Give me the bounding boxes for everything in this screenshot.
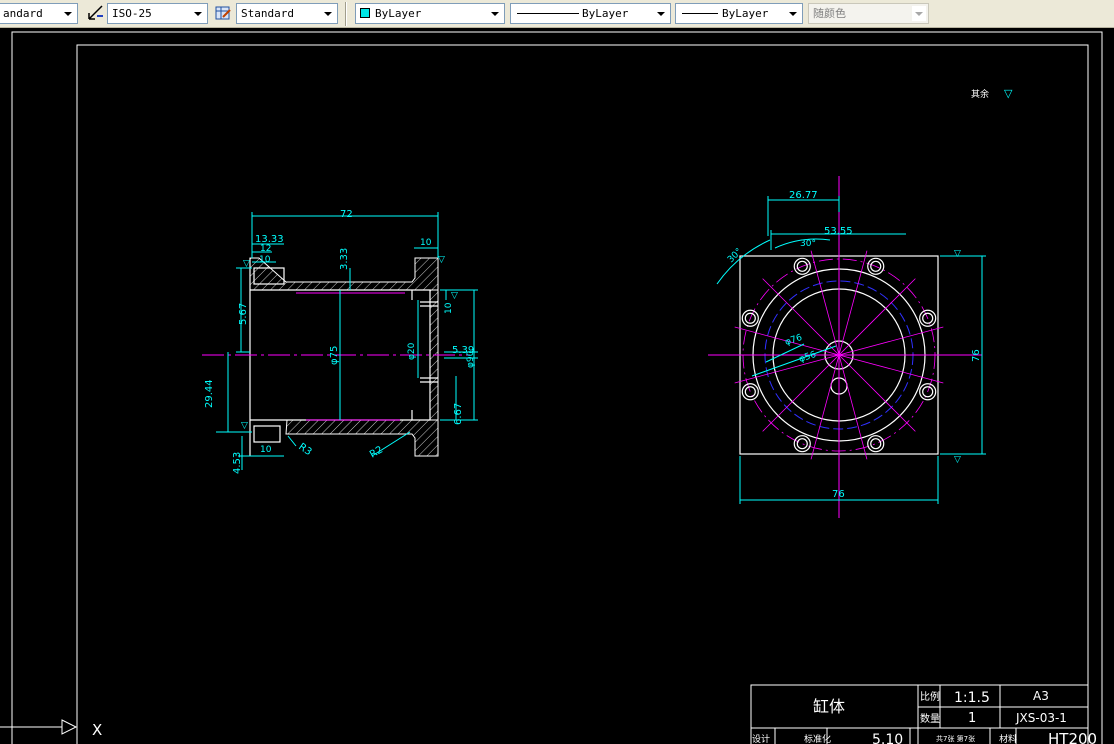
plot-style-dropdown[interactable]: 随颜色 <box>808 3 929 24</box>
svg-text:材料: 材料 <box>999 733 1017 744</box>
end-view: 26.77 53.55 30° 30° φ76 φ56 76 76 ▽ ▽ ▽ … <box>241 176 986 518</box>
svg-text:A3: A3 <box>1033 689 1049 703</box>
svg-text:5.67: 5.67 <box>238 303 249 325</box>
dim-style-dropdown[interactable]: ISO-25 <box>107 3 208 24</box>
svg-text:R3: R3 <box>296 441 313 458</box>
chevron-down-icon <box>912 6 926 21</box>
svg-text:▽: ▽ <box>451 291 458 301</box>
svg-text:▽: ▽ <box>241 421 248 431</box>
svg-text:比例: 比例 <box>920 690 940 703</box>
properties-toolbar: andard ISO-25 Standard ByLayer ByLayer B… <box>0 0 1114 28</box>
lineweight-dropdown[interactable]: ByLayer <box>675 3 803 24</box>
chevron-down-icon <box>488 6 502 21</box>
bolt-hole <box>744 386 756 398</box>
svg-text:▽: ▽ <box>438 255 445 265</box>
chevron-down-icon <box>61 6 75 21</box>
color-swatch <box>360 8 370 18</box>
title-block: 缸体 比例 1:1.5 A3 数量 1 JXS-03-1 设计 标准化 5.10… <box>750 684 1097 744</box>
svg-text:HT200: HT200 <box>1048 730 1097 744</box>
text-style-dropdown[interactable]: andard <box>0 3 78 24</box>
svg-text:26.77: 26.77 <box>789 190 818 201</box>
linetype-dropdown[interactable]: ByLayer <box>510 3 671 24</box>
chevron-down-icon <box>191 6 205 21</box>
svg-text:3.33: 3.33 <box>339 248 350 270</box>
chevron-down-icon <box>321 6 335 21</box>
drawing-canvas[interactable]: X 其余 ▽ 72 13.33 12 10 10 3.33 5.67 29.44… <box>0 28 1114 744</box>
svg-text:▽: ▽ <box>954 249 961 259</box>
section-view: 72 13.33 12 10 10 3.33 5.67 29.44 4.53 1… <box>202 209 478 474</box>
lineweight-preview <box>682 13 718 14</box>
svg-text:76: 76 <box>832 489 845 500</box>
svg-text:76: 76 <box>971 349 982 362</box>
ucs-icon: X <box>0 719 102 739</box>
svg-text:4.53: 4.53 <box>232 452 243 474</box>
chevron-down-icon <box>786 6 800 21</box>
svg-text:标准化: 标准化 <box>804 733 831 744</box>
svg-text:φ90: φ90 <box>466 350 476 368</box>
dim-style-icon[interactable] <box>87 4 105 22</box>
svg-text:12: 12 <box>260 244 271 254</box>
svg-text:1: 1 <box>968 711 976 726</box>
svg-text:53.55: 53.55 <box>824 226 853 237</box>
svg-text:▽: ▽ <box>1004 87 1013 100</box>
svg-text:φ75: φ75 <box>329 346 340 365</box>
color-dropdown[interactable]: ByLayer <box>355 3 505 24</box>
toolbar-separator <box>345 2 347 26</box>
bolt-hole <box>870 438 882 450</box>
svg-text:10: 10 <box>420 238 432 248</box>
ucs-x-label: X <box>92 721 102 739</box>
table-style-icon[interactable] <box>214 4 232 22</box>
svg-text:10: 10 <box>260 445 272 455</box>
svg-text:6.67: 6.67 <box>453 403 464 425</box>
svg-text:30°: 30° <box>726 247 744 265</box>
part-name: 缸体 <box>813 697 845 716</box>
svg-text:JXS-03-1: JXS-03-1 <box>1015 711 1067 725</box>
svg-text:29.44: 29.44 <box>204 379 215 408</box>
chevron-down-icon <box>654 6 668 21</box>
svg-text:10: 10 <box>444 302 454 314</box>
roughness-note: 其余 ▽ <box>971 87 1013 100</box>
svg-text:1:1.5: 1:1.5 <box>954 690 990 706</box>
linetype-preview <box>517 13 579 14</box>
svg-text:设计: 设计 <box>752 733 770 744</box>
svg-text:▽: ▽ <box>243 259 250 269</box>
svg-text:数量: 数量 <box>920 712 940 725</box>
svg-text:R2: R2 <box>368 444 385 460</box>
svg-text:φ20: φ20 <box>407 342 417 360</box>
svg-text:72: 72 <box>340 209 353 220</box>
table-style-dropdown[interactable]: Standard <box>236 3 338 24</box>
svg-text:5.10: 5.10 <box>872 732 903 744</box>
bolt-hole <box>796 438 808 450</box>
svg-text:共7张 第7张: 共7张 第7张 <box>936 734 975 743</box>
svg-text:其余: 其余 <box>971 88 989 100</box>
svg-text:30°: 30° <box>800 239 816 249</box>
svg-text:φ56: φ56 <box>798 350 818 365</box>
svg-text:▽: ▽ <box>954 455 961 465</box>
svg-text:10: 10 <box>259 255 271 265</box>
